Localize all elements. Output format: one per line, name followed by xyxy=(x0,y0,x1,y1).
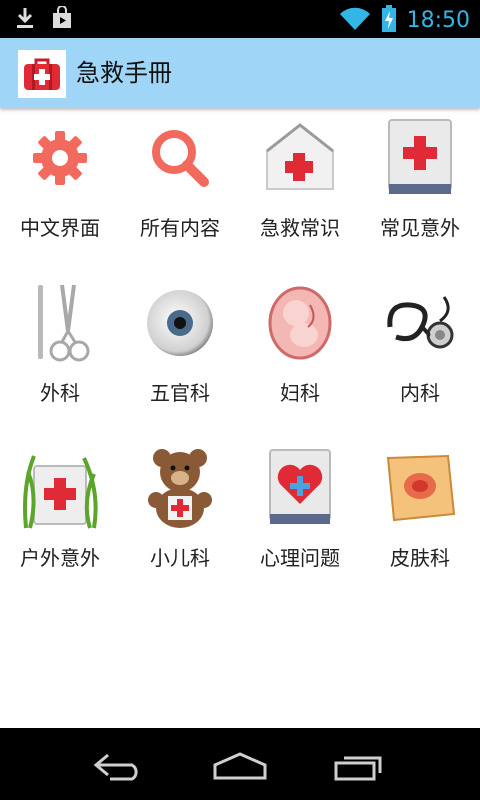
tile-ent[interactable]: 五官科 xyxy=(120,275,240,440)
tile-all-content[interactable]: 所有内容 xyxy=(120,110,240,275)
tile-first-aid-basics[interactable]: 急救常识 xyxy=(240,110,360,275)
tile-dermatology[interactable]: 皮肤科 xyxy=(360,440,480,605)
tile-label: 外科 xyxy=(40,381,80,405)
stethoscope-icon xyxy=(378,281,462,365)
eyeball-icon xyxy=(138,281,222,365)
skin-patch-icon xyxy=(378,446,462,530)
wifi-icon xyxy=(339,6,371,36)
grass-first-aid-icon xyxy=(18,446,102,530)
tile-label: 内科 xyxy=(400,381,440,405)
tile-label: 所有内容 xyxy=(140,216,220,240)
app-title: 急救手冊 xyxy=(76,59,172,87)
back-icon[interactable] xyxy=(85,746,155,786)
home-icon[interactable] xyxy=(205,746,275,786)
tile-internal-medicine[interactable]: 内科 xyxy=(360,275,480,440)
gear-icon xyxy=(18,116,102,200)
tile-label: 五官科 xyxy=(150,381,210,405)
tile-outdoor-accidents[interactable]: 户外意外 xyxy=(0,440,120,605)
battery-charging-icon xyxy=(381,5,397,37)
tile-chinese-interface[interactable]: 中文界面 xyxy=(0,110,120,275)
status-bar: 18:50 xyxy=(0,0,480,38)
first-aid-kit-icon[interactable] xyxy=(18,50,66,98)
tile-psychology[interactable]: 心理问题 xyxy=(240,440,360,605)
tile-surgery[interactable]: 外科 xyxy=(0,275,120,440)
first-aid-house-icon xyxy=(258,116,342,200)
heart-book-icon xyxy=(258,446,342,530)
search-icon xyxy=(138,116,222,200)
tile-common-accidents[interactable]: 常见意外 xyxy=(360,110,480,275)
navigation-bar xyxy=(0,728,480,800)
tile-label: 中文界面 xyxy=(20,216,100,240)
tile-label: 心理问题 xyxy=(260,546,340,570)
tile-label: 户外意外 xyxy=(20,546,100,570)
tile-pediatrics[interactable]: 小儿科 xyxy=(120,440,240,605)
download-icon xyxy=(14,6,36,34)
tile-label: 小儿科 xyxy=(150,546,210,570)
fetus-icon xyxy=(258,281,342,365)
recents-icon[interactable] xyxy=(325,746,395,786)
category-grid: 中文界面 所有内容 急救常识 常见意外 外科 五官科 妇科 内科 户外意外 小儿… xyxy=(0,110,480,605)
tile-gynecology[interactable]: 妇科 xyxy=(240,275,360,440)
tile-label: 常见意外 xyxy=(380,216,460,240)
tile-label: 急救常识 xyxy=(260,216,340,240)
tile-label: 妇科 xyxy=(280,381,320,405)
tile-label: 皮肤科 xyxy=(390,546,450,570)
status-clock: 18:50 xyxy=(406,8,470,33)
teddy-bear-icon xyxy=(138,446,222,530)
first-aid-book-icon xyxy=(378,116,462,200)
scissors-scalpel-icon xyxy=(18,281,102,365)
app-bar: 急救手冊 xyxy=(0,38,480,108)
play-store-icon xyxy=(50,5,74,34)
